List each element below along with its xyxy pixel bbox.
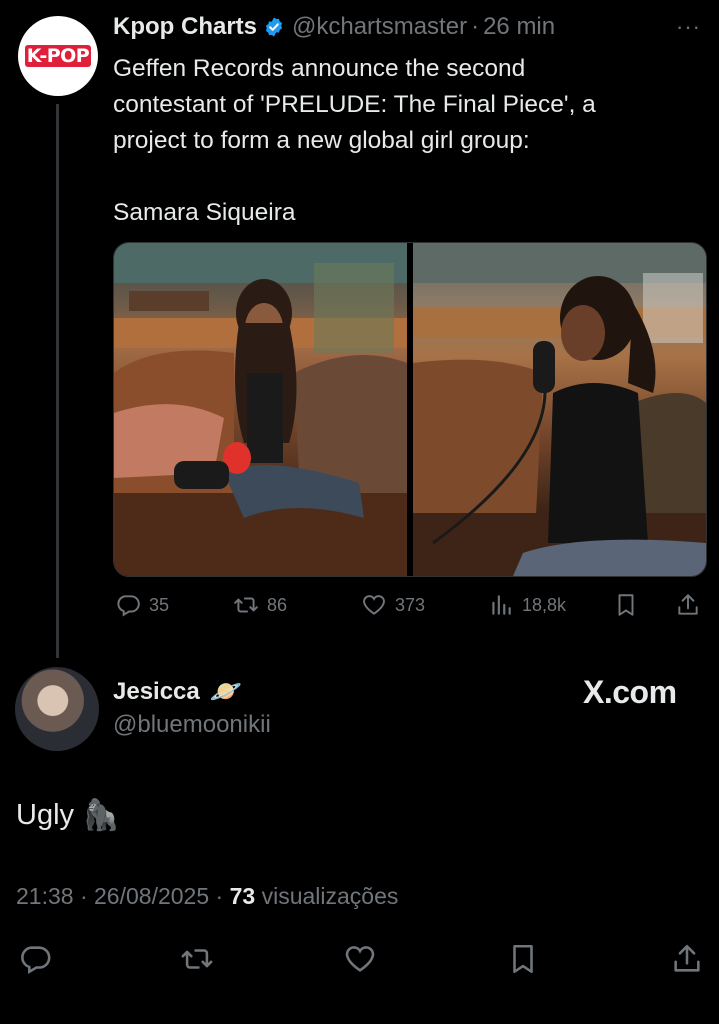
jesicca-avatar[interactable] — [15, 667, 99, 751]
like-action[interactable]: 373 — [361, 592, 425, 618]
photo-2[interactable] — [413, 243, 706, 576]
heart-icon — [345, 946, 375, 972]
tweet-text-line: Samara Siqueira — [113, 199, 296, 226]
share-icon — [674, 944, 700, 972]
more-options-icon[interactable]: ··· — [676, 14, 701, 40]
reply-views-label: visualizações — [261, 883, 399, 909]
tweet-time[interactable]: 26 min — [483, 13, 555, 41]
reply-date: 26/08/2025 — [94, 883, 210, 909]
reply-meta: 21:38 · 26/08/2025 · 73 visualizações — [16, 883, 399, 909]
repost-icon — [234, 597, 258, 613]
reply-text-body: Ugly — [16, 799, 75, 831]
tweet-text: Geffen Records announce the second conte… — [113, 51, 703, 231]
x-com-watermark: X.com — [583, 674, 677, 710]
tweet-header: Kpop Charts @kchartsmaster · 26 min — [113, 13, 555, 41]
reply-count: 35 — [149, 594, 170, 615]
separator: · — [471, 13, 480, 40]
repost-action[interactable]: 86 — [233, 592, 287, 618]
tweet-text-line: contestant of 'PRELUDE: The Final Piece'… — [113, 91, 596, 118]
photo-1-illustration — [114, 243, 407, 576]
speech-bubble-icon — [117, 595, 140, 617]
planet-emoji: 🪐 — [209, 676, 243, 706]
share-icon — [678, 594, 698, 615]
share-action[interactable] — [675, 592, 709, 618]
bookmark-icon — [618, 594, 634, 616]
kpop-logo: K-POP — [24, 45, 92, 67]
kpop-charts-avatar[interactable]: K-POP — [18, 16, 98, 96]
tweet-text-line: Geffen Records announce the second — [113, 55, 526, 82]
repost-icon — [181, 949, 213, 969]
reply-time: 21:38 — [16, 883, 74, 909]
like-count: 373 — [395, 594, 426, 615]
verified-badge-icon — [265, 17, 283, 37]
reply-text: Ugly 🦍 — [16, 798, 119, 833]
photo-2-illustration — [413, 243, 706, 576]
bottom-like-button[interactable] — [343, 942, 377, 976]
tweet-actions: 35 86 373 18,8k — [113, 592, 705, 620]
views-action[interactable]: 18,8k — [488, 592, 566, 618]
bookmark-action[interactable] — [613, 592, 647, 618]
author-handle[interactable]: @kchartsmaster — [292, 13, 467, 41]
tweet-text-line: project to form a new global girl group: — [113, 127, 530, 154]
repost-count: 86 — [267, 594, 288, 615]
media-grid — [113, 242, 707, 577]
bottom-bookmark-button[interactable] — [506, 942, 540, 976]
bottom-repost-button[interactable] — [180, 942, 214, 976]
reply-author-name[interactable]: Jesicca — [113, 678, 200, 706]
bar-chart-icon — [492, 595, 511, 615]
reply-action[interactable]: 35 — [115, 592, 169, 618]
photo-1[interactable] — [114, 243, 407, 576]
speech-bubble-icon — [21, 946, 51, 975]
views-count: 18,8k — [522, 594, 567, 615]
gorilla-emoji: 🦍 — [82, 799, 120, 832]
reply-author-handle[interactable]: @bluemoonikii — [113, 711, 271, 739]
thread-line — [56, 104, 59, 658]
heart-icon — [363, 595, 385, 615]
author-name[interactable]: Kpop Charts — [113, 13, 257, 41]
bottom-share-button[interactable] — [670, 942, 704, 976]
reply-author: Jesicca 🪐 — [113, 676, 242, 707]
bookmark-icon — [513, 944, 533, 974]
reply-views-count: 73 — [229, 883, 256, 909]
bottom-reply-button[interactable] — [18, 942, 52, 976]
